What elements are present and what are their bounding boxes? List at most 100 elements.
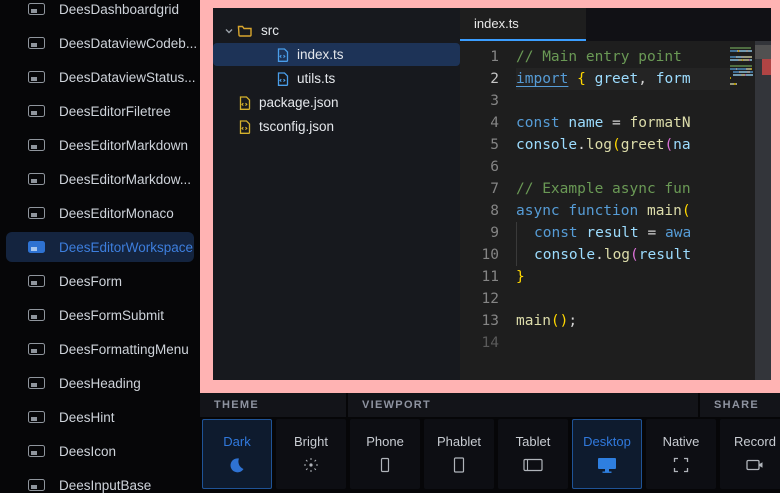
sidebar-item-deesheading[interactable]: DeesHeading (6, 368, 194, 398)
sidebar-item-deeseditormarkdown[interactable]: DeesEditorMarkdown (6, 130, 194, 160)
code-area[interactable]: 1234567891011121314 // Main entry pointi… (460, 41, 730, 380)
minimap-line (730, 65, 755, 67)
line-number: 4 (460, 112, 499, 134)
editor-scrollbar[interactable] (755, 41, 771, 380)
component-icon-detail (31, 315, 37, 319)
code-token: greet (621, 137, 665, 153)
code-line[interactable]: const name = formatN (516, 112, 730, 134)
code-line[interactable]: main(); (516, 310, 730, 332)
code-line[interactable]: // Example async fun (516, 178, 730, 200)
code-line[interactable]: const result = awa (516, 222, 730, 244)
code-line[interactable]: // Main entry point (516, 46, 730, 68)
code-line[interactable] (516, 332, 730, 354)
section-header-viewport: VIEWPORT (348, 393, 700, 417)
section-viewport: PhonePhabletTabletDesktopNative (350, 419, 716, 489)
editor-tab-index-ts[interactable]: index.ts (460, 8, 586, 41)
scrollbar-thumb[interactable] (755, 45, 771, 59)
button-label: Bright (294, 434, 328, 449)
component-icon (28, 71, 45, 83)
tree-item-label: tsconfig.json (259, 119, 334, 134)
sidebar-item-deesdashboardgrid[interactable]: DeesDashboardgrid (6, 0, 194, 24)
component-icon-detail (31, 77, 37, 81)
code-token: , (638, 71, 647, 87)
code-line[interactable]: console.log(greet(na (516, 134, 730, 156)
component-icon-detail (31, 383, 37, 387)
phablet-button[interactable]: Phablet (424, 419, 494, 489)
line-number: 11 (460, 266, 499, 288)
sidebar-item-deesform[interactable]: DeesForm (6, 266, 194, 296)
code-line[interactable] (516, 288, 730, 310)
editor-workspace: srcindex.tsutils.tspackage.jsontsconfig.… (213, 8, 771, 380)
code-token: formatN (630, 115, 691, 131)
code-lines[interactable]: // Main entry pointimport { greet, form c… (516, 46, 730, 380)
indent-guide (516, 222, 534, 244)
line-number: 3 (460, 90, 499, 112)
component-icon (28, 377, 45, 389)
section-header-theme: THEME (200, 393, 348, 417)
sidebar-item-label: DeesForm (59, 274, 122, 289)
minimap-line (730, 56, 755, 58)
sidebar-item-deesformsubmit[interactable]: DeesFormSubmit (6, 300, 194, 330)
minimap-segment (736, 83, 737, 85)
sidebar-item-deesicon[interactable]: DeesIcon (6, 436, 194, 466)
minimap-segment (730, 47, 751, 49)
tree-file-package-json[interactable]: package.json (213, 91, 460, 114)
code-token: greet (595, 71, 639, 87)
minimap-line (730, 62, 755, 64)
tablet-button[interactable]: Tablet (498, 419, 568, 489)
code-token: const (516, 115, 560, 131)
code-token (568, 71, 577, 87)
tree-file-tsconfig-json[interactable]: tsconfig.json (213, 115, 460, 138)
minimap-segment (730, 59, 738, 61)
code-line[interactable]: console.log(result (516, 244, 730, 266)
tree-item-label: package.json (259, 95, 339, 110)
sidebar-item-deeshint[interactable]: DeesHint (6, 402, 194, 432)
bright-button[interactable]: Bright (276, 419, 346, 489)
code-line[interactable]: async function main( (516, 200, 730, 222)
minimap-line (730, 71, 755, 73)
minimap[interactable] (730, 41, 755, 380)
sidebar-item-label: DeesFormSubmit (59, 308, 164, 323)
line-number: 8 (460, 200, 499, 222)
minimap-line (730, 77, 755, 79)
json-file-icon (239, 120, 251, 134)
code-token: form (656, 71, 691, 87)
code-token (647, 71, 656, 87)
minimap-line (730, 50, 755, 52)
sidebar-item-label: DeesDataviewCodeb... (59, 36, 197, 51)
minimap-line (730, 83, 755, 85)
code-line[interactable] (516, 90, 730, 112)
component-icon (28, 479, 45, 491)
tree-item-label: index.ts (297, 47, 344, 62)
code-line[interactable] (516, 156, 730, 178)
native-button[interactable]: Native (646, 419, 716, 489)
tree-folder-src[interactable]: src (213, 19, 460, 42)
sidebar-item-label: DeesEditorFiletree (59, 104, 171, 119)
record-button[interactable]: Record (720, 419, 780, 489)
code-token: ( (612, 137, 621, 153)
sidebar-item-deesformattingmenu[interactable]: DeesFormattingMenu (6, 334, 194, 364)
sidebar-item-label: DeesFormattingMenu (59, 342, 189, 357)
code-line[interactable]: import { greet, form (516, 68, 730, 90)
sidebar-item-deesdataviewstatus---[interactable]: DeesDataviewStatus... (6, 62, 194, 92)
minimap-segment (748, 50, 752, 52)
dark-button[interactable]: Dark (202, 419, 272, 489)
code-token: console (516, 137, 577, 153)
sidebar-item-deeseditormonaco[interactable]: DeesEditorMonaco (6, 198, 194, 228)
sidebar-item-deesinputbase[interactable]: DeesInputBase (6, 470, 194, 493)
line-number: 1 (460, 46, 499, 68)
code-token: name (568, 115, 603, 131)
tree-file-utils-ts[interactable]: utils.ts (213, 67, 460, 90)
desktop-button[interactable]: Desktop (572, 419, 642, 489)
sidebar-item-deeseditormarkdow---[interactable]: DeesEditorMarkdow... (6, 164, 194, 194)
sidebar-item-label: DeesHeading (59, 376, 141, 391)
component-icon-detail (31, 43, 37, 47)
sidebar-item-label: DeesEditorWorkspace (59, 240, 193, 255)
sidebar-item-deeseditorfiletree[interactable]: DeesEditorFiletree (6, 96, 194, 126)
tree-file-index-ts[interactable]: index.ts (213, 43, 460, 66)
code-line[interactable]: } (516, 266, 730, 288)
sidebar-item-deeseditorworkspace[interactable]: DeesEditorWorkspace (6, 232, 194, 262)
phone-button[interactable]: Phone (350, 419, 420, 489)
chevron-down-icon[interactable] (221, 26, 237, 36)
sidebar-item-deesdataviewcodeb---[interactable]: DeesDataviewCodeb... (6, 28, 194, 58)
